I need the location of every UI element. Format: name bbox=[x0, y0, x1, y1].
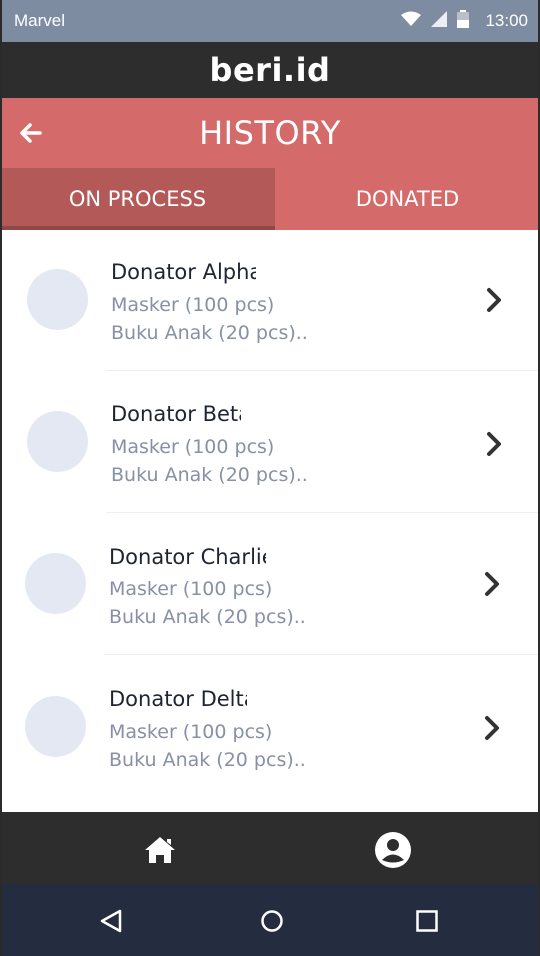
signal-icon bbox=[431, 10, 448, 32]
back-triangle-icon bbox=[100, 909, 122, 933]
home-icon bbox=[145, 837, 175, 863]
tab-bar: ON PROCESS DONATED bbox=[0, 168, 540, 230]
avatar bbox=[27, 269, 88, 330]
page-title: HISTORY bbox=[199, 114, 341, 152]
profile-icon bbox=[375, 832, 411, 868]
donator-name: Donator Charlie bbox=[109, 545, 266, 569]
divider bbox=[104, 654, 540, 655]
avatar bbox=[25, 553, 86, 614]
status-time: 13:00 bbox=[485, 11, 528, 30]
item-detail: Buku Anak (20 pcs).. bbox=[109, 606, 306, 628]
app-screen: Marvel 13:00 beri.id HISTORY ON PROCESS … bbox=[0, 0, 540, 956]
item-detail: Masker (100 pcs) bbox=[111, 436, 275, 458]
tab-label: ON PROCESS bbox=[68, 187, 207, 211]
donator-name: Donator Alpha bbox=[111, 260, 256, 284]
system-nav-bar bbox=[0, 884, 540, 956]
item-detail: Masker (100 pcs) bbox=[109, 578, 273, 600]
app-header: beri.id bbox=[0, 42, 540, 98]
avatar bbox=[25, 696, 86, 757]
item-detail: Masker (100 pcs) bbox=[109, 721, 273, 743]
history-header: HISTORY bbox=[0, 98, 540, 168]
list-item[interactable]: Donator Charlie Masker (100 pcs) Buku An… bbox=[0, 514, 540, 656]
recents-square-icon bbox=[416, 910, 438, 932]
chevron-right-icon bbox=[487, 432, 501, 456]
donator-name: Donator Beta bbox=[111, 402, 241, 426]
bottom-nav bbox=[0, 812, 540, 884]
list-item[interactable]: Donator Beta Masker (100 pcs) Buku Anak … bbox=[0, 372, 540, 514]
tab-donated[interactable]: DONATED bbox=[275, 168, 540, 230]
app-logo: beri.id bbox=[209, 51, 331, 89]
battery-icon bbox=[457, 9, 470, 33]
carrier-name: Marvel bbox=[14, 11, 66, 30]
donator-name: Donator Delta bbox=[109, 687, 247, 711]
item-detail: Buku Anak (20 pcs).. bbox=[109, 749, 306, 771]
tab-on-process[interactable]: ON PROCESS bbox=[0, 168, 275, 230]
wifi-icon bbox=[401, 11, 422, 32]
back-button[interactable] bbox=[14, 116, 48, 150]
nav-profile-button[interactable] bbox=[373, 830, 413, 870]
divider bbox=[106, 370, 540, 371]
status-bar: Marvel 13:00 bbox=[0, 0, 540, 42]
chevron-right-icon bbox=[485, 572, 499, 596]
chevron-right-icon bbox=[487, 288, 501, 312]
chevron-right-icon bbox=[485, 716, 499, 740]
arrow-left-icon bbox=[20, 123, 42, 143]
status-icons: 13:00 bbox=[401, 9, 528, 33]
list-item[interactable]: Donator Alpha Masker (100 pcs) Buku Anak… bbox=[0, 230, 540, 372]
item-detail: Buku Anak (20 pcs).. bbox=[111, 464, 308, 486]
item-detail: Masker (100 pcs) bbox=[111, 294, 275, 316]
tab-label: DONATED bbox=[355, 187, 460, 211]
home-circle-icon bbox=[261, 910, 283, 932]
system-back-button[interactable] bbox=[94, 904, 128, 938]
donation-list: Donator Alpha Masker (100 pcs) Buku Anak… bbox=[0, 230, 540, 812]
item-detail: Buku Anak (20 pcs).. bbox=[111, 322, 308, 344]
list-item[interactable]: Donator Delta Masker (100 pcs) Buku Anak… bbox=[0, 656, 540, 798]
screen-edge-left bbox=[0, 0, 2, 956]
system-home-button[interactable] bbox=[255, 904, 289, 938]
nav-home-button[interactable] bbox=[140, 830, 180, 870]
divider bbox=[106, 512, 540, 513]
system-recents-button[interactable] bbox=[410, 904, 444, 938]
avatar bbox=[27, 411, 88, 472]
